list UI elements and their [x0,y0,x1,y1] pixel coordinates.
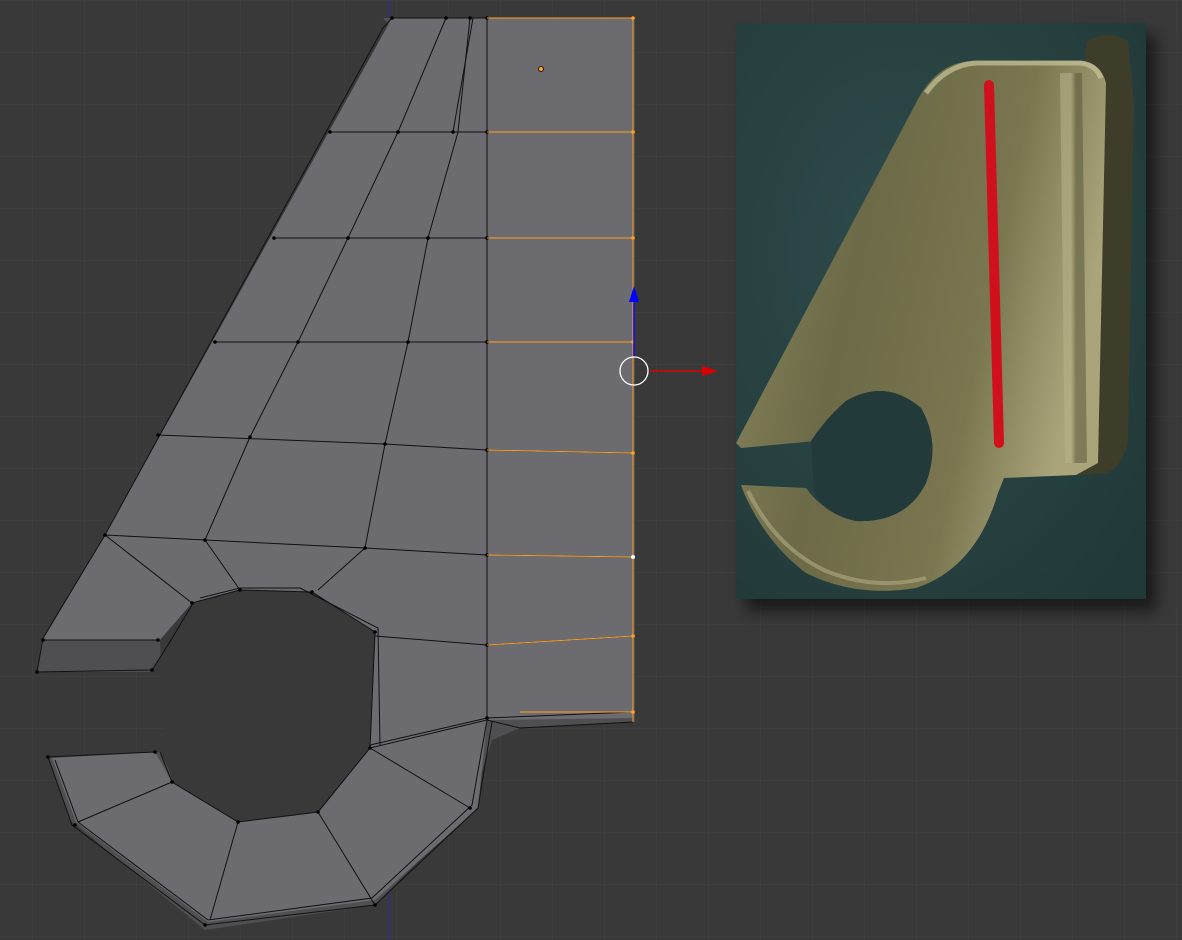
object-origin-icon[interactable] [538,66,544,72]
3d-viewport[interactable] [0,0,1182,940]
reference-image [736,23,1146,599]
part-bend-highlight [1060,72,1087,464]
